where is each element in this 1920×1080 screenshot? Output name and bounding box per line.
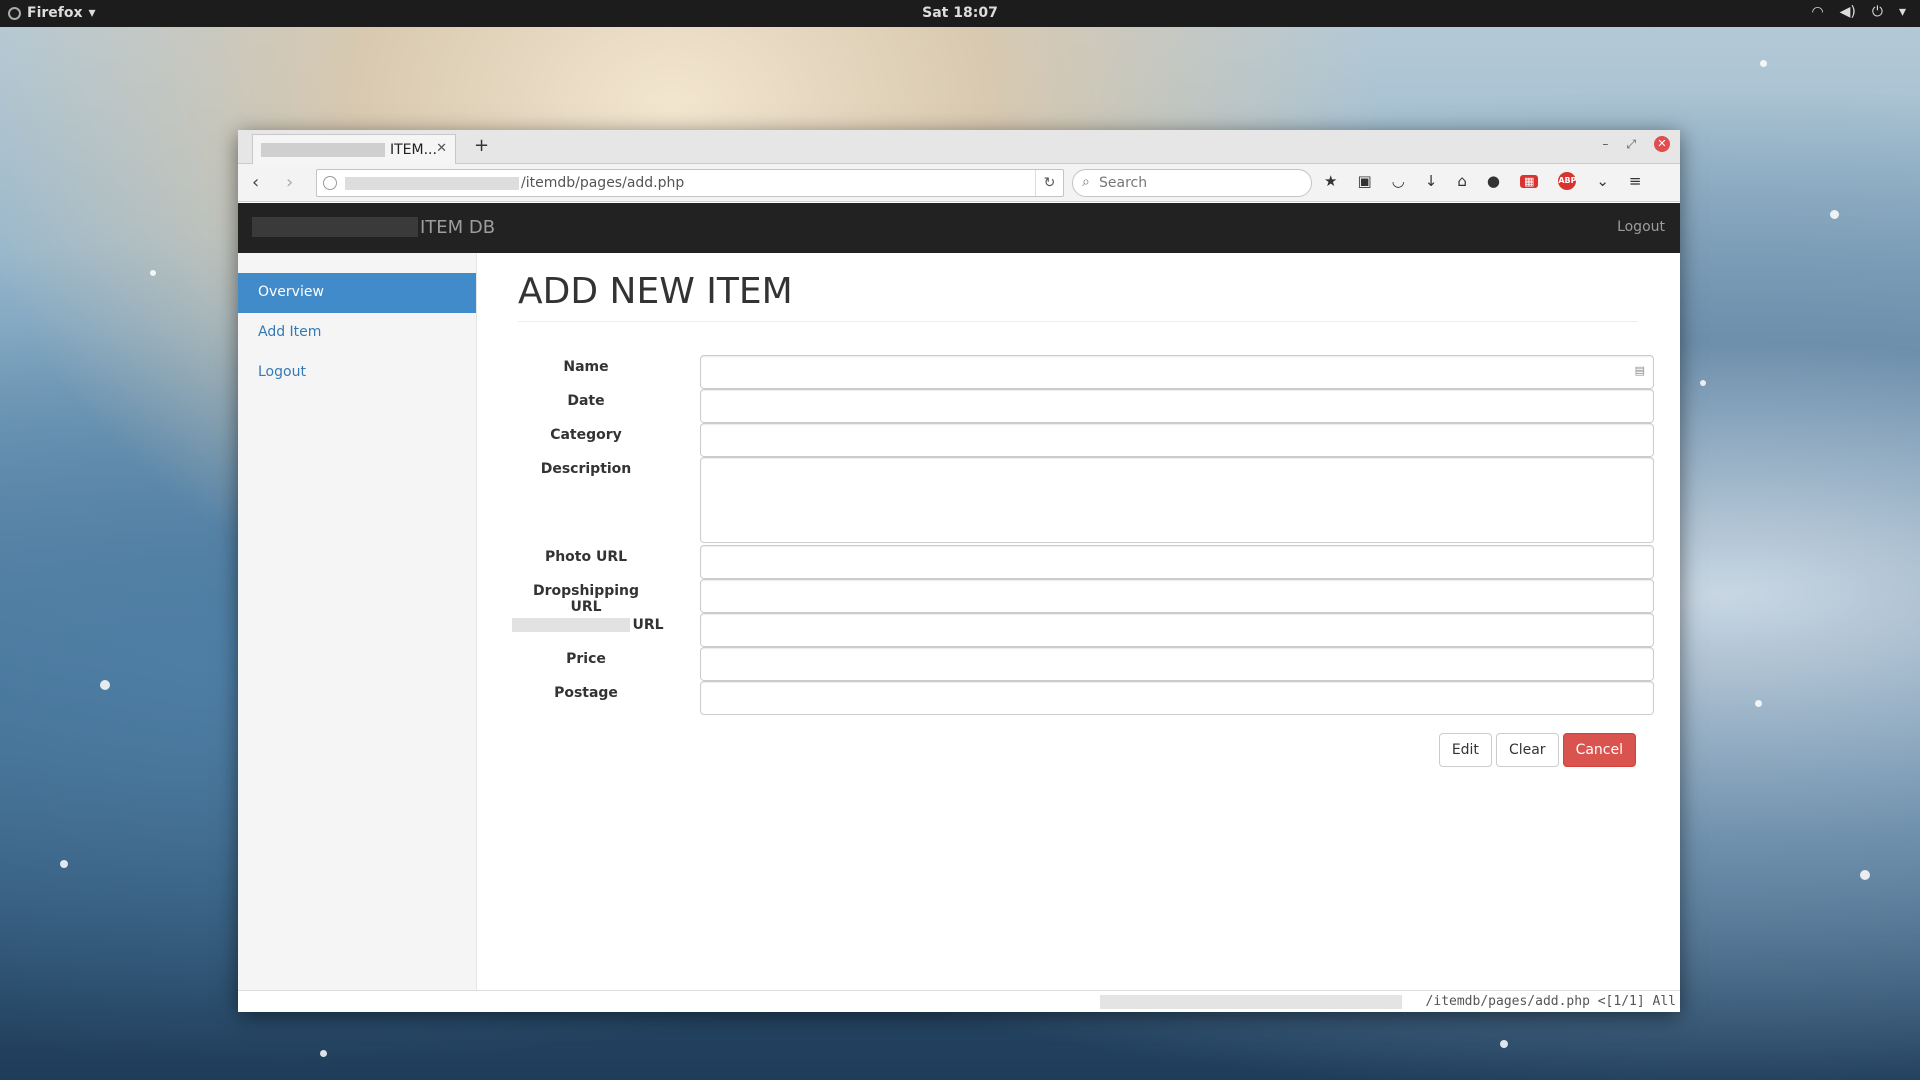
search-input[interactable]: ⌕ Search xyxy=(1072,169,1312,197)
window-controls: – ⤢ ✕ xyxy=(1602,136,1670,152)
close-window-button[interactable]: ✕ xyxy=(1654,136,1670,152)
dropshipping-url-field[interactable] xyxy=(700,579,1654,613)
power-icon: ⏻ xyxy=(1871,4,1883,20)
chevron-down-icon: ▾ xyxy=(1898,4,1906,20)
url-label-text: URL xyxy=(632,617,664,633)
system-top-bar: Firefox ▾ Sat 18:07 ◠ ◀) ⏻ ▾ xyxy=(0,0,1920,27)
toolbar-icons: ★ ▣ ◡ ↓ ⌂ ● ▦ ABP ⌄ ≡ xyxy=(1324,172,1642,190)
clipboard-icon[interactable]: ▣ xyxy=(1357,172,1371,190)
dropshipping-url-label: Dropshipping URL xyxy=(532,583,640,615)
date-field[interactable] xyxy=(700,389,1654,423)
name-label: Name xyxy=(563,359,609,375)
sidebar-item-overview[interactable]: Overview xyxy=(238,273,476,313)
brand-title[interactable]: ITEM DB xyxy=(420,217,495,238)
redacted-text xyxy=(345,177,519,190)
postage-label: Postage xyxy=(554,685,618,701)
home-icon[interactable]: ⌂ xyxy=(1457,172,1467,190)
adblock-icon[interactable]: ABP xyxy=(1558,172,1577,190)
photo-url-field[interactable] xyxy=(700,545,1654,579)
url-bar[interactable]: /itemdb/pages/add.php ↻ xyxy=(316,169,1064,197)
globe-icon xyxy=(323,176,337,190)
sidebar-item-logout[interactable]: Logout xyxy=(238,353,476,393)
redacted-text xyxy=(252,217,418,237)
tab-title: ITEM... xyxy=(390,142,437,158)
tab-bar: ITEM... ✕ + – ⤢ ✕ xyxy=(238,130,1680,164)
divider xyxy=(518,321,1638,322)
other-url-field[interactable] xyxy=(700,613,1654,647)
navigation-toolbar: ‹ › /itemdb/pages/add.php ↻ ⌕ Search ★ ▣… xyxy=(238,164,1680,202)
system-tray[interactable]: ◠ ◀) ⏻ ▾ xyxy=(1811,4,1906,20)
edit-button[interactable]: Edit xyxy=(1438,733,1492,767)
description-textarea[interactable] xyxy=(700,457,1654,543)
price-label: Price xyxy=(566,651,606,667)
extension-icon[interactable]: ▦ xyxy=(1519,174,1539,188)
snowflake xyxy=(1755,700,1762,707)
clear-button[interactable]: Clear xyxy=(1495,733,1559,767)
redacted-text xyxy=(512,618,631,632)
minimize-button[interactable]: – xyxy=(1602,137,1608,151)
chat-icon[interactable]: ● xyxy=(1487,172,1500,190)
snowflake xyxy=(1760,60,1767,67)
hamburger-menu-icon[interactable]: ≡ xyxy=(1629,172,1642,190)
category-label: Category xyxy=(550,427,622,443)
name-field[interactable]: ▤ xyxy=(700,355,1654,389)
redacted-text xyxy=(1100,995,1402,1009)
snowflake xyxy=(60,860,68,868)
redacted-text xyxy=(261,143,385,157)
download-icon[interactable]: ↓ xyxy=(1425,172,1438,190)
search-icon: ⌕ xyxy=(1082,174,1090,190)
snowflake xyxy=(1830,210,1839,219)
browser-tab[interactable]: ITEM... ✕ xyxy=(252,134,456,164)
new-tab-button[interactable]: + xyxy=(474,135,489,156)
bookmark-star-icon[interactable]: ★ xyxy=(1324,172,1337,190)
snowflake xyxy=(320,1050,327,1057)
description-label: Description xyxy=(540,461,632,477)
snowflake xyxy=(1860,870,1870,880)
snowflake xyxy=(1500,1040,1508,1048)
url-text: /itemdb/pages/add.php xyxy=(521,175,685,191)
pocket-icon[interactable]: ◡ xyxy=(1392,172,1405,190)
maximize-button[interactable]: ⤢ xyxy=(1626,137,1636,152)
price-field[interactable] xyxy=(700,647,1654,681)
postage-field[interactable] xyxy=(700,681,1654,715)
photo-url-label: Photo URL xyxy=(544,549,628,565)
snowflake xyxy=(1700,380,1706,386)
sidebar: Overview Add Item Logout xyxy=(238,253,477,990)
status-text: /itemdb/pages/add.php <[1/1] All xyxy=(1425,994,1676,1009)
form-actions: Edit Clear Cancel xyxy=(1438,733,1636,767)
page-title: ADD NEW ITEM xyxy=(518,271,793,312)
app-navbar: ITEM DB Logout xyxy=(238,203,1680,253)
chevron-down-icon[interactable]: ⌄ xyxy=(1596,172,1609,190)
close-tab-icon[interactable]: ✕ xyxy=(436,141,447,156)
back-button[interactable]: ‹ xyxy=(252,172,259,193)
status-bar: /itemdb/pages/add.php <[1/1] All xyxy=(238,990,1680,1012)
sidebar-item-add-item[interactable]: Add Item xyxy=(238,313,476,353)
forward-button[interactable]: › xyxy=(286,172,293,193)
web-page: ITEM DB Logout Overview Add Item Logout … xyxy=(238,203,1680,990)
reload-button[interactable]: ↻ xyxy=(1035,170,1063,196)
other-url-label: URL xyxy=(508,617,668,633)
volume-icon: ◀) xyxy=(1839,4,1856,20)
snowflake xyxy=(150,270,156,276)
wifi-icon: ◠ xyxy=(1811,4,1824,20)
browser-window: ITEM... ✕ + – ⤢ ✕ ‹ › /itemdb/pages/add.… xyxy=(238,130,1680,1012)
category-field[interactable] xyxy=(700,423,1654,457)
date-label: Date xyxy=(567,393,605,409)
cancel-button[interactable]: Cancel xyxy=(1562,733,1636,767)
header-logout-link[interactable]: Logout xyxy=(1617,219,1665,235)
autofill-icon: ▤ xyxy=(1634,364,1645,377)
snowflake xyxy=(100,680,110,690)
search-placeholder: Search xyxy=(1099,175,1148,191)
clock[interactable]: Sat 18:07 xyxy=(0,5,1920,21)
